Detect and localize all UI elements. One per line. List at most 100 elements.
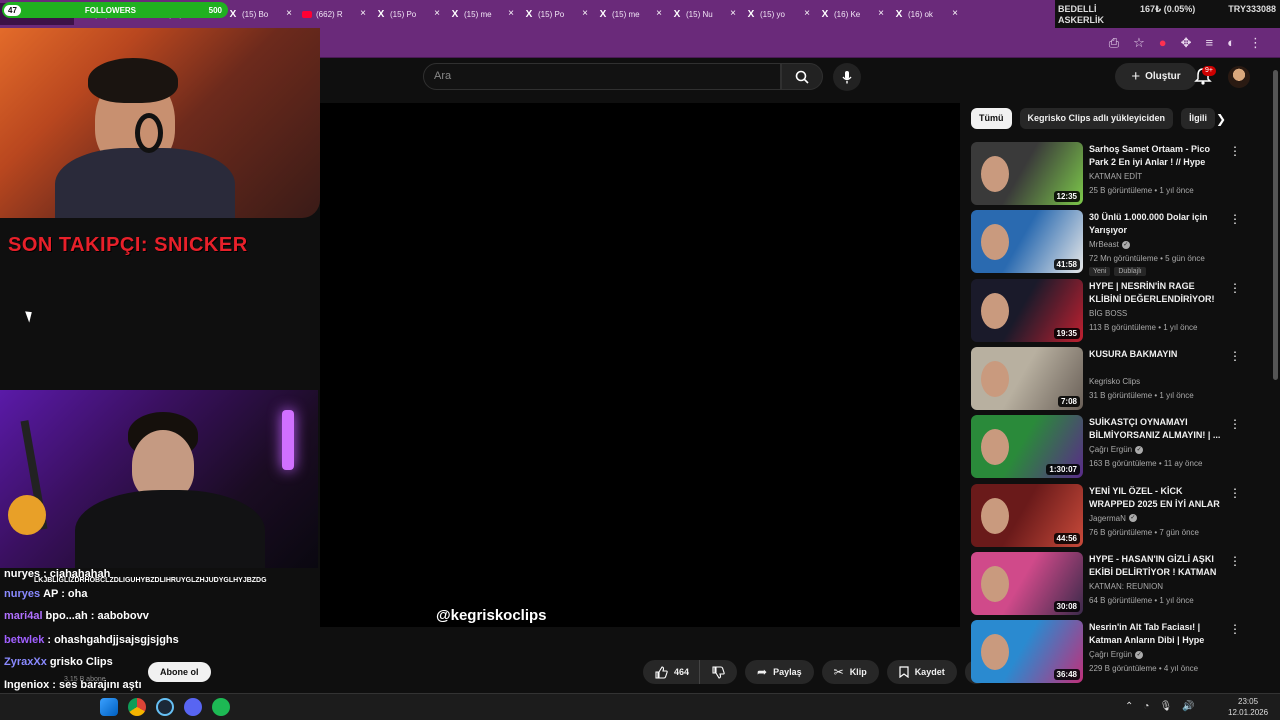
filter-chip[interactable]: Kegrisko Clips adlı yükleyiciden <box>1019 108 1174 129</box>
steam-icon[interactable] <box>156 698 174 716</box>
video-thumbnail[interactable]: 1:30:07 <box>971 415 1083 479</box>
network-icon[interactable]: ◔ <box>1143 701 1149 712</box>
browser-tab[interactable]: X (16) ok × <box>888 3 962 25</box>
video-thumbnail[interactable]: 41:58 <box>971 210 1083 274</box>
dislike-button[interactable] <box>699 660 738 684</box>
browser-tab[interactable]: X (15) Bo × <box>222 3 296 25</box>
channel-name[interactable]: BİG BOSS <box>1089 309 1127 318</box>
video-duration: 7:08 <box>1057 395 1080 407</box>
video-title[interactable]: HYPE - HASAN'IN GİZLİ AŞKI EKİBİ DELİRTİ… <box>1089 553 1221 580</box>
channel-name[interactable]: KATMAN EDİT <box>1089 172 1142 181</box>
browser-tab[interactable]: X (15) Nu × <box>666 3 740 25</box>
search-button[interactable] <box>781 63 823 90</box>
more-options-icon[interactable]: ⋮ <box>1229 144 1241 158</box>
scrollbar-thumb[interactable] <box>1273 70 1278 380</box>
video-title[interactable]: 30 Ünlü 1.000.000 Dolar için Yarışıyor <box>1089 211 1221 237</box>
more-options-icon[interactable]: ⋮ <box>1229 349 1241 363</box>
close-icon[interactable]: × <box>508 8 514 19</box>
webcam-overlay-top <box>0 28 320 218</box>
extensions-puzzle-icon[interactable]: ✥ <box>1181 35 1192 51</box>
video-title[interactable]: Sarhoş Samet Ortaam - Pico Park 2 En iyi… <box>1089 143 1221 169</box>
close-icon[interactable]: × <box>730 8 736 19</box>
recommended-video[interactable]: 44:56 YENİ YIL ÖZEL - KİCK WRAPPED 2025 E… <box>971 483 1251 548</box>
close-icon[interactable]: × <box>360 8 366 19</box>
more-options-icon[interactable]: ⋮ <box>1229 281 1241 295</box>
channel-name[interactable]: Kegrisko Clips <box>1089 377 1140 386</box>
browser-tab[interactable]: X (16) Ke × <box>814 3 888 25</box>
more-options-icon[interactable]: ⋮ <box>1229 417 1241 431</box>
save-button[interactable]: Kaydet <box>886 660 957 684</box>
recommended-video[interactable]: 19:35 HYPE | NESRİN'İN RAGE KLİBİNİ DEĞER… <box>971 278 1251 343</box>
recommended-video[interactable]: 1:30:07 SUİKASTÇI OYNAMAYI BİLMİYORSANIZ … <box>971 415 1251 479</box>
filter-chip[interactable]: İlgili <box>1181 108 1216 129</box>
voice-search-button[interactable] <box>833 63 861 91</box>
profile-icon[interactable]: ◐ <box>1227 35 1235 51</box>
browser-tab[interactable]: X (15) me × <box>592 3 666 25</box>
browser-tab[interactable]: (662) R × <box>296 3 370 25</box>
video-thumbnail[interactable]: 19:35 <box>971 278 1083 342</box>
install-icon[interactable]: ⎙ <box>1109 35 1119 51</box>
close-icon[interactable]: × <box>286 8 292 19</box>
video-title[interactable]: KUSURA BAKMAYIN <box>1089 348 1221 361</box>
recommended-video[interactable]: 12:35 Sarhoş Samet Ortaam - Pico Park 2 E… <box>971 142 1251 206</box>
media-control-icon[interactable]: ≡ <box>1206 35 1214 51</box>
close-icon[interactable]: × <box>582 8 588 19</box>
browser-tab[interactable]: X (15) me × <box>444 3 518 25</box>
browser-tab[interactable]: X (15) Po × <box>370 3 444 25</box>
account-avatar[interactable] <box>1228 66 1250 88</box>
recommended-video[interactable]: 30:08 HYPE - HASAN'IN GİZLİ AŞKI EKİBİ DE… <box>971 551 1251 616</box>
search-input[interactable]: Ara <box>423 63 781 90</box>
channel-name[interactable]: Çağrı Ergün ✓ <box>1089 445 1144 454</box>
recommended-video[interactable]: 36:48 Nesrin'in Alt Tab Faciası! | Katman… <box>971 620 1251 684</box>
share-button[interactable]: ➦ Paylaş <box>745 660 814 684</box>
chrome-icon[interactable] <box>128 698 146 716</box>
channel-label: KATMAN: REUNION <box>1089 581 1164 591</box>
video-title[interactable]: YENİ YIL ÖZEL - KİCK WRAPPED 2025 EN İYİ… <box>1089 485 1221 511</box>
browser-tab[interactable]: X (15) Po × <box>518 3 592 25</box>
channel-name[interactable]: Çağrı Ergün ✓ <box>1089 650 1144 659</box>
chevron-up-icon[interactable]: ⌃ <box>1125 701 1133 712</box>
close-icon[interactable]: × <box>804 8 810 19</box>
microphone-tray-icon[interactable]: 🎙 <box>1159 701 1172 712</box>
channel-name[interactable]: KATMAN: REUNION <box>1089 582 1163 591</box>
video-thumbnail[interactable]: 44:56 <box>971 483 1083 547</box>
more-options-icon[interactable]: ⋮ <box>1229 554 1241 568</box>
menu-kebab-icon[interactable]: ⋮ <box>1249 35 1262 51</box>
spotify-icon[interactable] <box>212 698 230 716</box>
tab-label: (15) Bo <box>242 9 269 19</box>
close-icon[interactable]: × <box>434 8 440 19</box>
like-button[interactable]: 464 <box>643 660 700 684</box>
channel-name[interactable]: JagermaN ✓ <box>1089 514 1137 523</box>
discord-icon[interactable] <box>184 698 202 716</box>
close-icon[interactable]: × <box>656 8 662 19</box>
close-icon[interactable]: × <box>952 8 958 19</box>
subscribe-button[interactable]: Abone ol <box>148 662 211 682</box>
channel-name[interactable]: MrBeast ✓ <box>1089 240 1130 249</box>
more-options-icon[interactable]: ⋮ <box>1229 622 1241 636</box>
chevron-right-icon[interactable]: ❯ <box>1216 112 1226 126</box>
windows-icon[interactable] <box>100 698 118 716</box>
video-title[interactable]: HYPE | NESRİN'İN RAGE KLİBİNİ DEĞERLENDİ… <box>1089 280 1221 306</box>
extension-red-icon[interactable]: ● <box>1159 35 1167 51</box>
more-options-icon[interactable]: ⋮ <box>1229 212 1241 226</box>
video-title[interactable]: SUİKASTÇI OYNAMAYI BİLMİYORSANIZ ALMAYIN… <box>1089 416 1221 442</box>
speaker-icon[interactable]: 🔊 <box>1182 701 1194 712</box>
close-icon[interactable]: × <box>878 8 884 19</box>
video-thumbnail[interactable]: 12:35 <box>971 142 1083 205</box>
bookmark-star-icon[interactable]: ☆ <box>1133 35 1145 51</box>
clip-button[interactable]: ✂ Klip <box>821 660 879 684</box>
recommended-video[interactable]: 7:08 KUSURA BAKMAYIN Kegrisko Clips 31 B gö… <box>971 346 1251 411</box>
page-scrollbar[interactable] <box>1271 58 1280 693</box>
video-thumbnail[interactable]: 7:08 <box>971 346 1083 410</box>
video-meta: 229 B görüntüleme • 4 yıl önce <box>1089 664 1199 674</box>
more-options-icon[interactable]: ⋮ <box>1229 486 1241 500</box>
browser-tab[interactable]: X (15) yo × <box>740 3 814 25</box>
filter-chip[interactable]: Tümü <box>971 108 1012 129</box>
video-thumbnail[interactable]: 30:08 <box>971 551 1083 615</box>
video-title[interactable]: Nesrin'in Alt Tab Faciası! | Katman Anla… <box>1089 621 1221 647</box>
video-thumbnail[interactable]: 36:48 <box>971 620 1083 684</box>
create-button[interactable]: + Oluştur <box>1115 63 1197 90</box>
video-player[interactable] <box>320 103 960 627</box>
system-clock[interactable]: 23:05 12.01.2026 <box>1228 696 1268 718</box>
recommended-video[interactable]: 41:58 30 Ünlü 1.000.000 Dolar için Yarışı… <box>971 210 1251 277</box>
